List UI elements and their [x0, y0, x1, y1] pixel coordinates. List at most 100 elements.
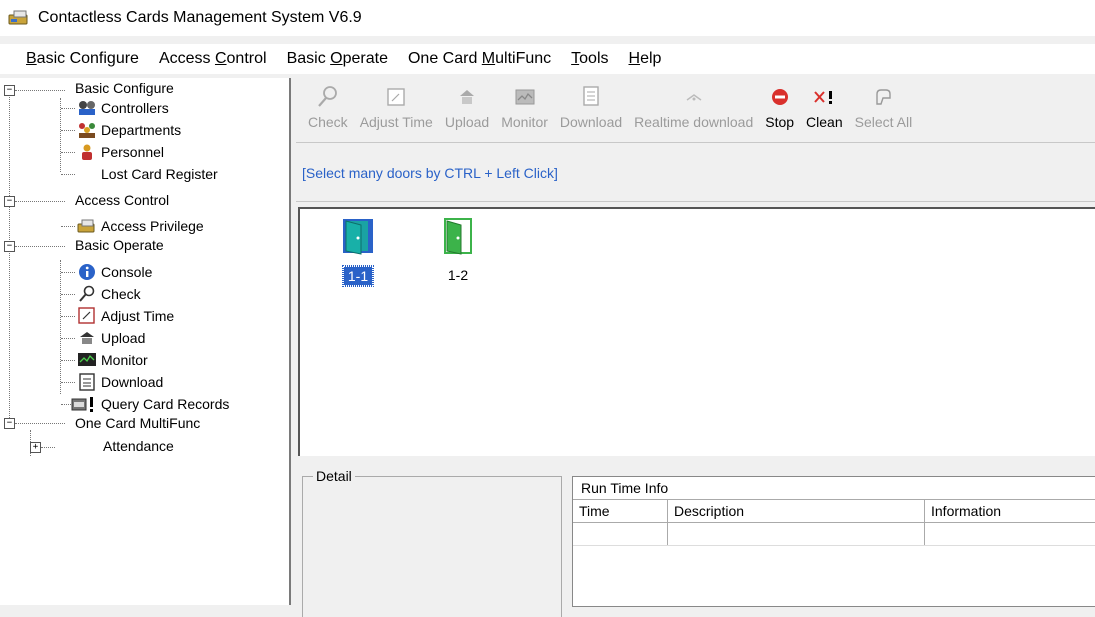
tree-connector [61, 174, 75, 175]
navigation-tree[interactable]: − Basic Configure Controllers Department… [0, 78, 291, 605]
tree-connector [15, 90, 65, 91]
menu-tools[interactable]: Tools [561, 50, 618, 68]
tree-node-access-privilege[interactable]: Access Privilege [77, 215, 204, 237]
tree-node-adjust-time[interactable]: Adjust Time [77, 305, 174, 327]
menu-text: elp [640, 50, 662, 67]
tree-node-controllers[interactable]: Controllers [77, 97, 169, 119]
monitor-button[interactable]: Monitor [495, 82, 554, 130]
door-1-1[interactable]: 1-1 [328, 217, 388, 287]
tree-node-console[interactable]: Console [77, 261, 152, 283]
expand-toggle[interactable]: + [30, 442, 41, 453]
menu-access-control[interactable]: Access Control [149, 50, 277, 68]
tree-node-access-control[interactable]: Access Control [75, 191, 169, 209]
door-1-2[interactable]: 1-2 [428, 217, 488, 284]
menu-basic-operate[interactable]: Basic Operate [277, 50, 398, 68]
doors-panel[interactable]: 1-1 1-2 [298, 207, 1095, 456]
tree-node-personnel[interactable]: Personnel [77, 141, 164, 163]
select-all-button[interactable]: Select All [849, 82, 919, 130]
button-label: Stop [765, 114, 795, 130]
upload-button[interactable]: Upload [439, 82, 495, 130]
tree-node-label: Check [101, 286, 141, 302]
departments-icon [77, 121, 97, 139]
tree-node-label: Upload [101, 330, 146, 346]
button-label: Select All [854, 114, 913, 130]
download-icon [77, 373, 97, 391]
clean-button[interactable]: Clean [800, 82, 849, 130]
tree-node-label: Basic Configure [75, 80, 174, 96]
detail-legend: Detail [313, 468, 355, 484]
tree-node-basic-configure[interactable]: Basic Configure [75, 79, 174, 97]
tree-node-query-card-records[interactable]: Query Card Records [71, 393, 229, 415]
collapse-toggle[interactable]: − [4, 85, 15, 96]
column-header-time[interactable]: Time [573, 500, 668, 522]
tree-node-monitor[interactable]: Monitor [77, 349, 148, 371]
tree-connector [60, 260, 61, 394]
menu-accelerator: M [481, 50, 496, 67]
tree-connector [15, 201, 65, 202]
stop-button[interactable]: Stop [759, 82, 800, 130]
collapse-toggle[interactable]: − [4, 418, 15, 429]
collapse-toggle[interactable]: − [4, 241, 15, 252]
info-icon [77, 263, 97, 281]
tree-connector [61, 108, 75, 109]
table-cell [668, 523, 925, 545]
tree-node-label: Console [101, 264, 153, 280]
check-button[interactable]: Check [296, 82, 354, 130]
toolbar: Check Adjust Time Upload Monitor Downloa… [296, 82, 1095, 143]
menu-accelerator: C [214, 50, 227, 67]
tree-node-one-card-multifunc[interactable]: One Card MultiFunc [75, 414, 200, 432]
tree-connector [61, 294, 75, 295]
upload-icon [77, 329, 97, 347]
menu-text: ultiFunc [495, 50, 552, 67]
stop-icon [769, 82, 791, 112]
tree-node-download[interactable]: Download [77, 371, 163, 393]
menu-accelerator: B [26, 50, 37, 67]
tree-node-check[interactable]: Check [77, 283, 141, 305]
menu-text: Access [158, 50, 215, 67]
menu-accelerator: O [330, 50, 343, 67]
tree-node-basic-operate[interactable]: Basic Operate [75, 236, 164, 254]
table-row[interactable] [573, 523, 1095, 546]
tree-connector [61, 226, 75, 227]
tree-node-departments[interactable]: Departments [77, 119, 181, 141]
button-label: Realtime download [634, 114, 754, 130]
tree-connector [9, 92, 10, 418]
button-label: Check [308, 114, 348, 130]
collapse-toggle[interactable]: − [4, 196, 15, 207]
menu-bar: Basic Configure Access Control Basic Ope… [0, 44, 1095, 74]
door-icon [341, 217, 375, 260]
door-icon [441, 217, 475, 260]
tree-connector [41, 447, 55, 448]
realtime-download-icon [683, 82, 705, 112]
tree-node-label: Access Privilege [101, 218, 204, 234]
tree-connector [60, 98, 61, 172]
menu-help[interactable]: Help [619, 50, 672, 68]
button-label: Monitor [501, 114, 548, 130]
hint-bar: [Select many doors by CTRL + Left Click] [296, 145, 1095, 202]
tree-connector [61, 130, 75, 131]
column-header-information[interactable]: Information [925, 500, 1091, 522]
tree-connector [61, 152, 75, 153]
column-header-description[interactable]: Description [668, 500, 925, 522]
adjust-time-button[interactable]: Adjust Time [354, 82, 439, 130]
menu-one-card-multifunc[interactable]: One Card MultiFunc [398, 50, 561, 68]
adjust-time-icon [77, 307, 97, 325]
tree-node-lost-card-register[interactable]: Lost Card Register [101, 163, 218, 185]
magnifier-icon [316, 82, 340, 112]
tree-node-attendance[interactable]: Attendance [103, 436, 174, 456]
run-time-info-table[interactable]: Run Time Info Time Description Informati… [572, 476, 1095, 607]
tree-node-label: Personnel [101, 144, 165, 160]
clean-icon [812, 82, 836, 112]
realtime-download-button[interactable]: Realtime download [628, 82, 759, 130]
table-cell [573, 523, 668, 545]
button-label: Adjust Time [359, 114, 433, 130]
menu-accelerator: T [571, 50, 580, 67]
detail-group: Detail [302, 468, 562, 617]
tree-node-label: Download [101, 374, 164, 390]
download-button[interactable]: Download [554, 82, 628, 130]
window-title: Contactless Cards Management System V6.9 [38, 9, 362, 26]
menu-basic-configure[interactable]: Basic Configure [0, 50, 149, 68]
person-icon [77, 143, 97, 161]
tree-node-upload[interactable]: Upload [77, 327, 145, 349]
tree-connector [15, 423, 65, 424]
